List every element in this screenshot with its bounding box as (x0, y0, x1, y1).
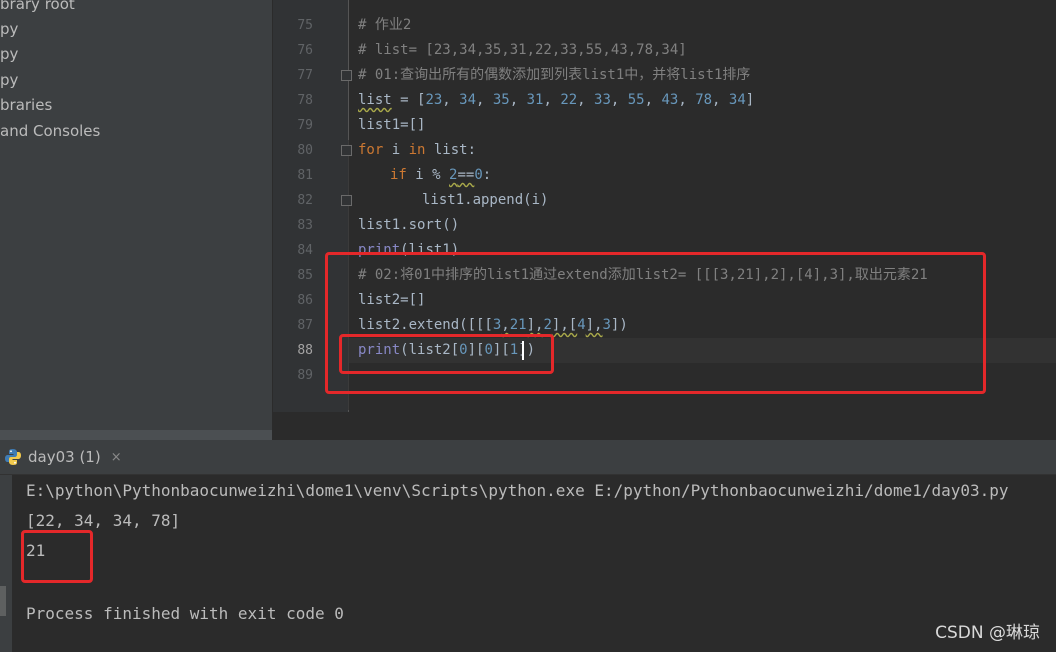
sidebar-horizontal-scrollbar[interactable] (0, 430, 272, 440)
code-token-number: 31 (526, 92, 544, 108)
code-line-81: if i % 2==0: (390, 163, 491, 188)
code-line-78: list = [23, 34, 35, 31, 22, 33, 55, 43, … (358, 88, 754, 113)
code-token-number: 34 (459, 92, 477, 108)
line-number: 89 (297, 368, 313, 383)
line-number: 79 (297, 118, 313, 133)
fold-marker-icon[interactable] (341, 70, 352, 81)
run-tool-window: day03 (1) × E:\python\Pythonbaocunweizhi… (0, 440, 1056, 652)
code-line-80: for i in list: (358, 138, 476, 163)
close-icon[interactable]: × (111, 450, 122, 465)
line-number: 83 (297, 218, 313, 233)
code-line-79: list1=[] (358, 117, 426, 133)
project-tree: brary root py py py braries and Consoles (0, 0, 272, 430)
line-number: 77 (297, 68, 313, 83)
line-number: 76 (297, 43, 313, 58)
fold-marker-icon[interactable] (341, 195, 352, 206)
code-token-keyword: in (408, 142, 426, 158)
tree-item-scratches-consoles[interactable]: and Consoles (0, 118, 100, 144)
line-number: 81 (297, 168, 313, 183)
annotation-box-output (21, 530, 93, 583)
code-token: , (509, 92, 527, 108)
tree-item-file[interactable]: py (0, 67, 18, 93)
console-command-line: E:\python\Pythonbaocunweizhi\dome1\venv\… (26, 481, 1009, 500)
python-icon (5, 449, 21, 465)
code-token-number: 43 (661, 92, 679, 108)
code-line-76: # list= [23,34,35,31,22,33,55,43,78,34] (358, 42, 687, 58)
code-token: , (678, 92, 696, 108)
line-number: 75 (297, 18, 313, 33)
fold-marker-icon[interactable] (341, 145, 352, 156)
tree-item-library-root[interactable]: brary root (0, 0, 75, 17)
code-token: , (577, 92, 595, 108)
line-number: 80 (297, 143, 313, 158)
console-output-line: [22, 34, 34, 78] (26, 511, 181, 530)
code-token-number: 78 (695, 92, 713, 108)
line-number: 78 (297, 93, 313, 108)
code-token: , (712, 92, 729, 108)
run-scroll-thumb[interactable] (0, 586, 6, 616)
code-token-keyword: for (358, 142, 384, 158)
run-tab-label: day03 (1) (28, 448, 101, 466)
run-left-toolbar (0, 475, 12, 652)
code-token: , (610, 92, 628, 108)
code-token: list: (425, 142, 477, 158)
code-token: = [ (391, 92, 426, 108)
line-number: 82 (297, 193, 313, 208)
watermark: CSDN @琳琼 (935, 623, 1040, 643)
code-token-number: 33 (594, 92, 611, 108)
code-token-number: 34 (728, 92, 746, 108)
line-number: 87 (297, 318, 313, 333)
annotation-box-print-line (339, 334, 554, 374)
code-token: , (644, 92, 662, 108)
tree-item-external-libraries[interactable]: braries (0, 92, 52, 118)
code-line-77: # 01:查询出所有的偶数添加到列表list1中，并将list1排序 (358, 67, 751, 83)
code-token: , (543, 92, 561, 108)
code-token-name: list (358, 92, 392, 108)
code-token: i (383, 142, 409, 158)
code-token-number: 23 (425, 92, 443, 108)
tree-item-file[interactable]: py (0, 41, 18, 67)
line-number: 85 (297, 268, 313, 283)
run-tab-bar: day03 (1) × (0, 440, 1056, 475)
code-line-82: list1.append(i) (422, 192, 549, 208)
code-token: == (457, 167, 475, 183)
line-number-current: 88 (297, 343, 313, 358)
code-token-keyword: if (390, 167, 407, 183)
code-token: : (482, 167, 492, 183)
code-line-75: # 作业2 (358, 17, 412, 33)
line-number: 84 (297, 243, 313, 258)
code-token-number: 0 (474, 167, 483, 183)
run-tab[interactable]: day03 (1) × (0, 440, 122, 474)
code-token: , (476, 92, 493, 108)
code-token-number: 22 (560, 92, 578, 108)
code-token: ] (745, 92, 755, 108)
line-number: 86 (297, 293, 313, 308)
code-token-number: 35 (492, 92, 510, 108)
code-token: , (442, 92, 460, 108)
code-token: i % (406, 167, 450, 183)
tree-item-file[interactable]: py (0, 16, 18, 42)
code-token-number: 55 (627, 92, 645, 108)
code-line-83: list1.sort() (358, 217, 460, 233)
console-exit-message: Process finished with exit code 0 (26, 604, 344, 623)
